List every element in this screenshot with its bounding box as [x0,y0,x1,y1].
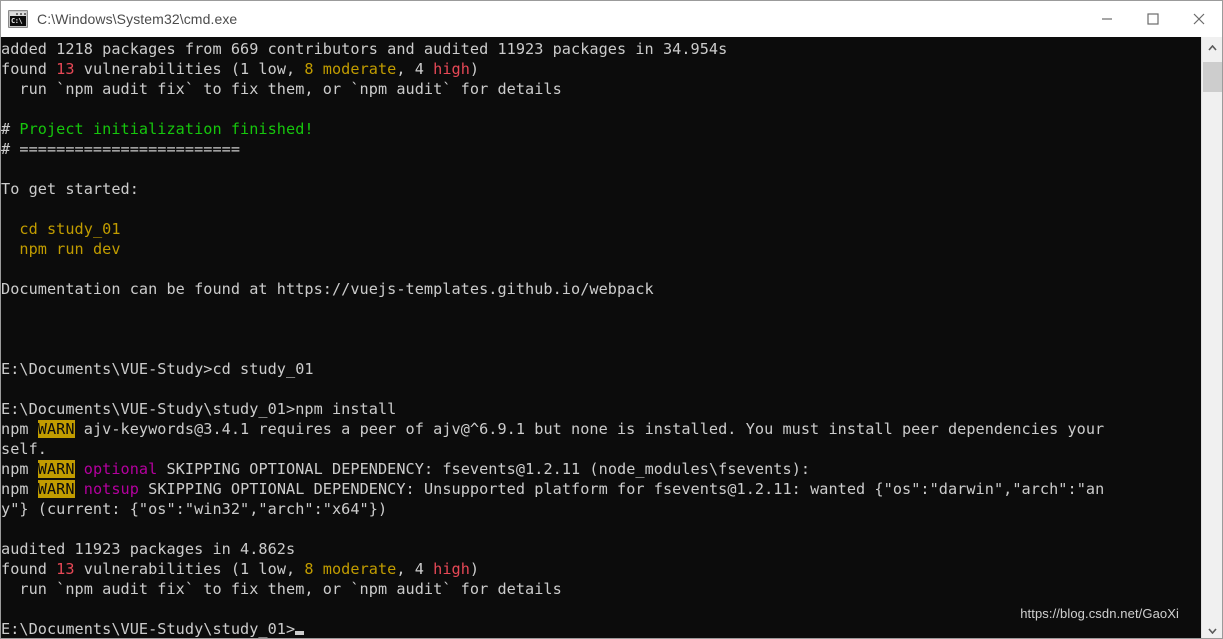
terminal-line: npm run dev [1,239,1201,259]
terminal-text: y"} (current: {"os":"win32","arch":"x64"… [1,500,388,518]
minimize-button[interactable] [1084,1,1130,37]
title-bar[interactable]: C:\ C:\Windows\System32\cmd.exe [1,1,1222,37]
terminal-text: E:\Documents\VUE-Study\study_01>npm inst… [1,400,397,418]
text-cursor [295,631,305,635]
scroll-up-button[interactable] [1202,37,1222,56]
chevron-down-icon [1207,621,1217,639]
terminal-line: run `npm audit fix` to fix them, or `npm… [1,579,1201,599]
cmd-console-icon: C:\ [8,10,28,28]
window-controls [1084,1,1222,37]
terminal-text: optional [83,460,158,478]
terminal-line: Documentation can be found at https://vu… [1,279,1201,299]
terminal-line: E:\Documents\VUE-Study>cd study_01 [1,359,1201,379]
terminal-text: SKIPPING OPTIONAL DEPENDENCY: Unsupporte… [138,480,1105,498]
vertical-scrollbar[interactable] [1201,37,1222,639]
terminal-text: WARN [37,480,75,498]
close-button[interactable] [1176,1,1222,37]
terminal-text: , 4 [396,560,434,578]
terminal-text: npm [1,480,38,498]
terminal-text: notsup [83,480,139,498]
scrollbar-thumb[interactable] [1203,62,1222,92]
terminal-text: Project initialization finished! [19,120,314,138]
terminal-text: run `npm audit fix` to fix them, or `npm… [1,580,562,598]
terminal-text: 8 moderate [304,560,397,578]
terminal-line: self. [1,439,1201,459]
scroll-down-button[interactable] [1202,620,1222,639]
terminal-line: # Project initialization finished! [1,119,1201,139]
close-icon [1193,13,1205,25]
window-title: C:\Windows\System32\cmd.exe [37,11,238,27]
terminal-text: found [1,60,57,78]
terminal-text: , 4 [396,60,434,78]
terminal-line: # ======================== [1,139,1201,159]
terminal-text: audited 11923 packages in 4.862s [1,540,296,558]
terminal-text: npm run dev [19,240,121,258]
terminal-line: found 13 vulnerabilities (1 low, 8 moder… [1,559,1201,579]
terminal-text: high [433,560,470,578]
terminal-text: added 1218 packages from 669 contributor… [1,40,728,58]
terminal-line: found 13 vulnerabilities (1 low, 8 moder… [1,59,1201,79]
chevron-up-icon [1207,38,1217,56]
terminal-text: 13 [56,560,75,578]
terminal-text: npm [1,460,38,478]
terminal-text: npm [1,420,38,438]
terminal-text: 13 [56,60,75,78]
terminal-line: run `npm audit fix` to fix them, or `npm… [1,79,1201,99]
terminal-line: E:\Documents\VUE-Study\study_01>npm inst… [1,399,1201,419]
terminal-line: cd study_01 [1,219,1201,239]
terminal-text: SKIPPING OPTIONAL DEPENDENCY: fsevents@1… [157,460,811,478]
terminal-text: To get started: [1,180,139,198]
terminal-text: vulnerabilities (1 low, [74,560,305,578]
terminal-text: found [1,560,57,578]
maximize-button[interactable] [1130,1,1176,37]
terminal-text: ) [469,560,480,578]
terminal-line: npm WARN optional SKIPPING OPTIONAL DEPE… [1,459,1201,479]
terminal-text: ) [469,60,480,78]
terminal-text: Documentation can be found at https://vu… [1,280,654,298]
terminal-line: To get started: [1,179,1201,199]
terminal-text: E:\Documents\VUE-Study\study_01> [1,620,296,638]
terminal-line: y"} (current: {"os":"win32","arch":"x64"… [1,499,1201,519]
terminal-text: cd study_01 [19,220,121,238]
minimize-icon [1101,13,1113,25]
terminal-text: WARN [37,420,75,438]
terminal-text: vulnerabilities (1 low, [74,60,305,78]
console-lines: added 1218 packages from 669 contributor… [1,39,1201,638]
terminal-text: 8 moderate [304,60,397,78]
terminal-line: npm WARN notsup SKIPPING OPTIONAL DEPEND… [1,479,1201,499]
terminal-line: E:\Documents\VUE-Study\study_01> [1,619,1201,638]
terminal-text: ajv-keywords@3.4.1 requires a peer of aj… [74,420,1105,438]
terminal-text: # ======================== [1,140,241,158]
cmd-window: C:\ C:\Windows\System32\cmd.exe added 12… [0,0,1223,639]
terminal-text: run `npm audit fix` to fix them, or `npm… [1,80,562,98]
terminal-line: audited 11923 packages in 4.862s [1,539,1201,559]
terminal-text: WARN [37,460,75,478]
terminal-line: added 1218 packages from 669 contributor… [1,39,1201,59]
watermark: https://blog.csdn.net/GaoXi [1020,606,1179,621]
terminal-text: # [1,120,20,138]
maximize-icon [1147,13,1159,25]
terminal-text: E:\Documents\VUE-Study>cd study_01 [1,360,314,378]
terminal-text: self. [1,440,47,458]
terminal-line: npm WARN ajv-keywords@3.4.1 requires a p… [1,419,1201,439]
cmd-icon-text: C:\ [10,16,26,26]
terminal-text: high [433,60,470,78]
console-output-area[interactable]: added 1218 packages from 669 contributor… [1,37,1201,638]
